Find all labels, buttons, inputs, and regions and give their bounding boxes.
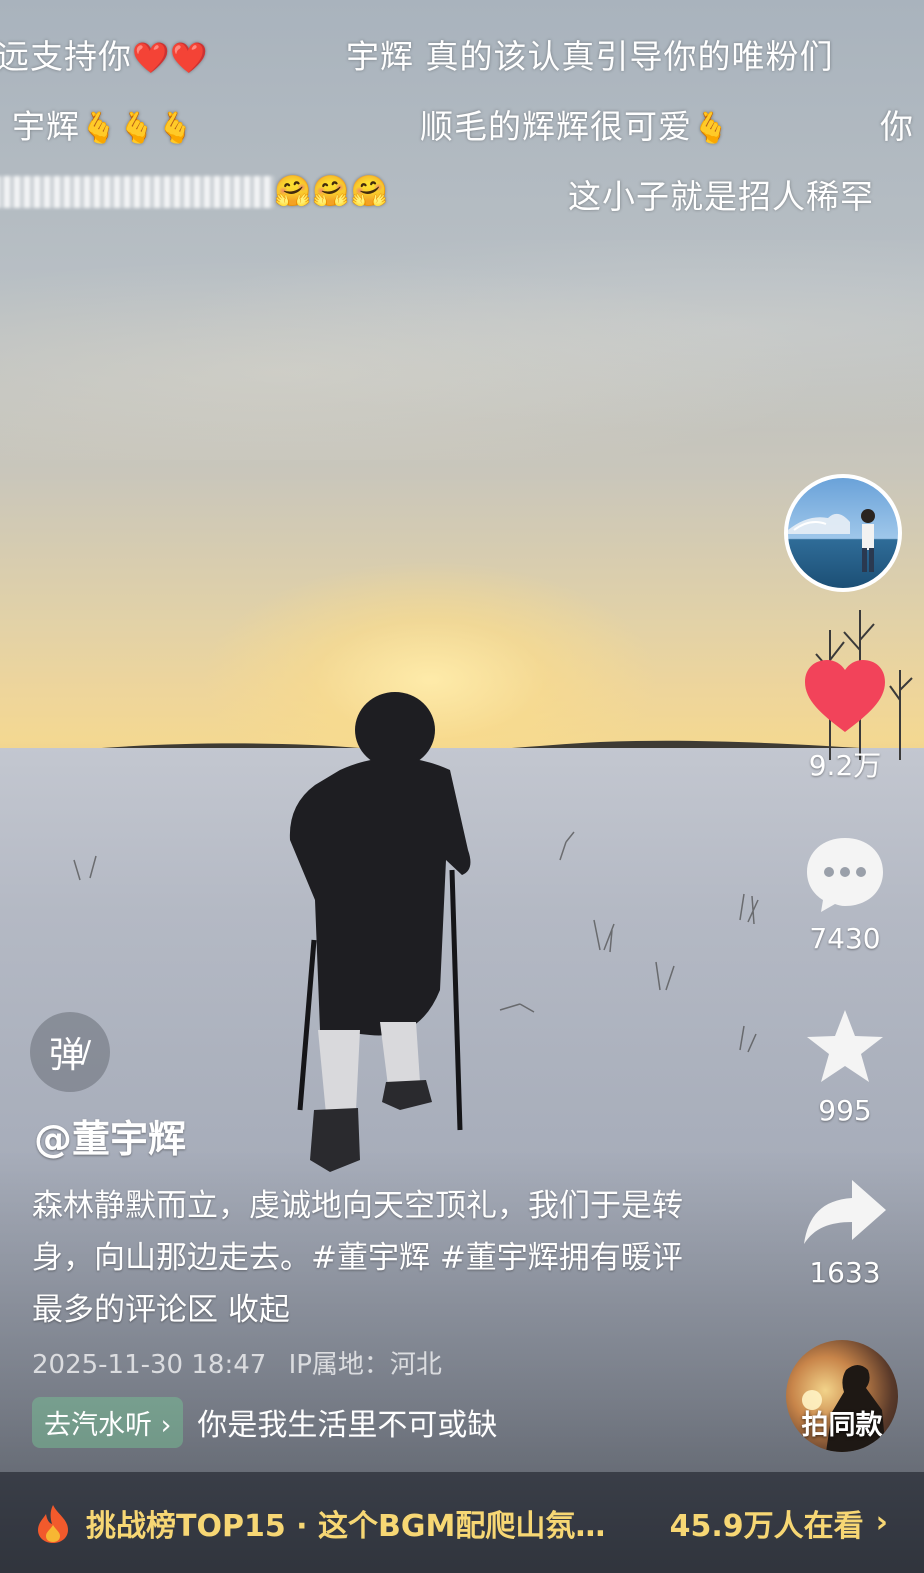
like-count: 9.2万 <box>808 749 882 782</box>
share-arrow-icon <box>804 1180 886 1244</box>
music-row[interactable]: 去汽水听 › 你是我生活里不可或缺 <box>32 1396 497 1448</box>
danmu-row3-right: 这小子就是招人稀罕 <box>568 177 874 216</box>
music-title[interactable]: 你是我生活里不可或缺 <box>197 1400 497 1444</box>
danmu-row3-left: 🤗🤗🤗 <box>0 170 389 209</box>
danmu-row2-left: 宇辉🫰🫰🫰 <box>12 107 196 146</box>
blurred-text <box>0 175 274 208</box>
ip-location: IP属地：河北 <box>288 1350 442 1380</box>
hiker-silhouette <box>289 692 471 1172</box>
chevron-right-icon: › <box>160 1409 172 1441</box>
danmu-row1-left: 远支持你❤️❤️ <box>0 37 209 76</box>
slash-icon: ∕ <box>80 1034 92 1070</box>
video-frame[interactable]: 远支持你❤️❤️ 宇辉 真的该认真引导你的唯粉们 宇辉🫰🫰🫰 顺毛的辉辉很可爱🫰… <box>0 0 924 1573</box>
avatar-photo <box>788 509 875 572</box>
comment-bubble-icon <box>807 838 883 912</box>
finger-heart-emoji-icon: 🫰 <box>692 111 731 146</box>
chevron-right-icon: › <box>875 1505 888 1540</box>
heart-icon <box>805 660 885 732</box>
fire-icon <box>38 1504 68 1543</box>
danmu-row2-right: 你 <box>880 107 914 146</box>
challenge-bar[interactable]: 挑战榜TOP15 · 这个BGM配爬山氛… 45.9万人在看 › <box>0 1472 924 1573</box>
finger-heart-emoji-icon: 🫰🫰🫰 <box>80 111 196 146</box>
share-count: 1633 <box>809 1256 881 1289</box>
danmu-row1-right: 宇辉 真的该认真引导你的唯粉们 <box>346 37 834 76</box>
author-name[interactable]: @董宇辉 <box>34 1108 186 1163</box>
share-button[interactable]: 1633 <box>790 1176 900 1289</box>
heart-emoji-icon: ❤️❤️ <box>132 41 209 76</box>
same-style-button[interactable]: 拍同款 <box>786 1340 898 1452</box>
like-button[interactable]: 9.2万 <box>790 656 900 784</box>
favorite-count: 995 <box>818 1094 872 1127</box>
danmu-toggle-button[interactable]: 弹 ∕ <box>30 1012 110 1092</box>
post-meta: 2025-11-30 18:47 IP属地：河北 <box>32 1344 442 1381</box>
star-icon <box>807 1010 883 1082</box>
post-description[interactable]: 森林静默而立，虔诚地向天空顶礼，我们于是转身，向山那边走去。#董宇辉 #董宇辉拥… <box>32 1180 692 1336</box>
danmu-toggle-label: 弹 <box>48 1035 85 1076</box>
author-avatar[interactable] <box>784 474 902 592</box>
post-timestamp: 2025-11-30 18:47 <box>32 1350 267 1380</box>
comment-count: 7430 <box>809 922 881 955</box>
same-style-label: 拍同款 <box>801 1410 883 1441</box>
viewers-count: 45.9万人在看 › <box>669 1505 888 1544</box>
comment-button[interactable]: 7430 <box>790 834 900 955</box>
danmu-row2-middle: 顺毛的辉辉很可爱🫰 <box>420 107 731 146</box>
hugging-face-emoji-icon: 🤗🤗🤗 <box>274 174 390 209</box>
sky-clouds <box>0 240 924 460</box>
music-app-pill[interactable]: 去汽水听 › <box>32 1396 184 1448</box>
favorite-button[interactable]: 995 <box>790 1006 900 1127</box>
challenge-rank-text: 挑战榜TOP15 · 这个BGM配爬山氛… <box>86 1508 606 1544</box>
